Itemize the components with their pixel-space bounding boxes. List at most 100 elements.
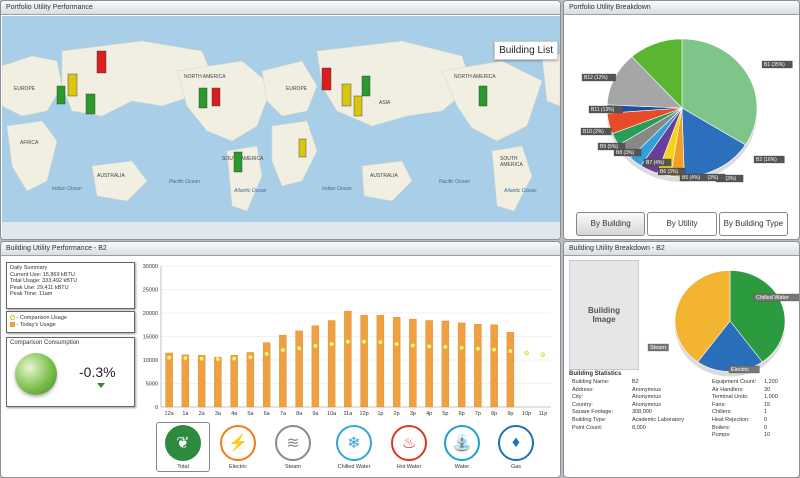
tab-by-building[interactable]: By Building (576, 212, 646, 236)
world-map[interactable]: EUROPE AFRICA AUSTRALIA NORTH AMERICA SO… (1, 16, 560, 222)
pie-label: B1 (35%) (761, 60, 793, 69)
usage-bar[interactable] (165, 352, 173, 408)
usage-bar[interactable] (376, 315, 385, 408)
usage-bar[interactable] (490, 324, 498, 408)
hourly-usage-chart[interactable]: 0 5000 10000 15000 20000 25000 30000 12a 1a 2a 3a 4… (137, 260, 557, 428)
usage-bar[interactable] (409, 318, 417, 408)
usage-bar[interactable] (457, 322, 466, 408)
stat-label: Chillers: (712, 409, 732, 416)
tab-by-utility[interactable]: By Utility (647, 212, 717, 236)
stats-title: Building Statistics (569, 371, 622, 377)
usage-bar[interactable] (327, 320, 336, 408)
comparison-point[interactable] (215, 356, 221, 362)
usage-bar[interactable] (344, 310, 352, 408)
x-tick-label: 12a (165, 411, 175, 417)
x-tick-label: 3a (215, 411, 222, 417)
comparison-point[interactable] (540, 352, 546, 358)
comparison-point[interactable] (231, 356, 237, 361)
usage-bar[interactable] (425, 320, 433, 408)
utility-button-chilled-water[interactable]: ❄ Chilled Water (327, 425, 381, 470)
comparison-point[interactable] (280, 347, 286, 353)
x-tick-label: 7a (280, 411, 287, 417)
usage-bar[interactable] (181, 354, 190, 408)
svg-text:B1 (35%): B1 (35%) (764, 62, 785, 68)
comparison-point[interactable] (345, 339, 351, 345)
stat-label: Air Handlers: (712, 386, 744, 393)
usage-bar[interactable] (279, 334, 287, 408)
stat-label: Building Type: (572, 417, 607, 423)
tab-by-building-type[interactable]: By Building Type (718, 212, 788, 236)
stat-label: Heat Rejection: (712, 417, 750, 423)
pie-label: B7 (4%) (643, 158, 672, 167)
utility-button-water[interactable]: ⛲ Water (435, 425, 489, 470)
comparison-point[interactable] (378, 339, 383, 345)
total-icon: ❦ (165, 425, 201, 461)
x-tick-label: 2p (394, 411, 400, 417)
pie-label: B2 (16%) (753, 155, 785, 164)
comparison-point[interactable] (166, 355, 172, 361)
comparison-point[interactable] (475, 346, 481, 352)
utility-button-total[interactable]: ❦ Total (156, 422, 210, 472)
usage-bar[interactable] (214, 356, 222, 408)
building-pie-chart[interactable]: Chilled Water Electric Steam (644, 259, 799, 384)
pie-label: B9 (5%) (597, 142, 626, 151)
comparison-point[interactable] (329, 341, 334, 347)
chart-legend: - Comparison Usage - Today's Usage (6, 311, 135, 333)
building-list-button[interactable]: Building List (494, 41, 558, 60)
usage-bar[interactable] (392, 317, 401, 408)
building-marker (233, 151, 243, 173)
comparison-point[interactable] (394, 341, 399, 347)
comparison-point[interactable] (443, 344, 448, 350)
usage-bar[interactable] (246, 352, 255, 408)
portfolio-pie-chart[interactable]: B1 (35%)B2 (16%)B3 (3%)B4 (3%)B5 (4%)B6 … (564, 16, 799, 211)
y-tick-label: 30000 (143, 264, 158, 270)
utility-button-steam[interactable]: ≋ Steam (266, 425, 320, 470)
comparison-point[interactable] (248, 354, 253, 360)
comparison-point[interactable] (264, 351, 269, 357)
building-image-label: Image (592, 315, 616, 324)
comparison-point[interactable] (459, 345, 464, 351)
utility-button-gas[interactable]: ♦ Gas (489, 425, 543, 470)
usage-bar[interactable] (311, 325, 320, 408)
svg-text:Chilled Water: Chilled Water (756, 295, 789, 301)
usage-bar[interactable] (295, 330, 303, 408)
comparison-point[interactable] (361, 339, 367, 345)
usage-bar[interactable] (230, 355, 238, 408)
building-marker (85, 93, 96, 115)
utility-button-hot-water[interactable]: ♨ Hot Water (382, 425, 436, 470)
y-tick-label: 5000 (146, 382, 158, 388)
comparison-point[interactable] (508, 348, 513, 354)
comparison-point[interactable] (491, 347, 497, 353)
stat-label: Address: (572, 386, 594, 393)
comparison-point[interactable] (426, 344, 432, 349)
stat-value: B2 (632, 379, 639, 385)
x-tick-label: 9p (507, 411, 513, 417)
utility-label: Electric (228, 464, 248, 470)
y-tick-label: 0 (155, 405, 158, 411)
usage-bar[interactable] (360, 315, 368, 408)
building-marker (298, 138, 307, 158)
daily-summary-row: Peak Time: 11am (10, 291, 53, 297)
usage-bar[interactable] (441, 320, 450, 408)
comparison-point[interactable] (183, 355, 188, 361)
portfolio-breakdown-panel: Portfolio Utility Breakdown B1 (35%) B2 (… (563, 0, 800, 240)
utility-button-electric[interactable]: ⚡ Electric (211, 425, 265, 470)
pie-label: B12 (12%) (581, 73, 616, 82)
comparison-point[interactable] (296, 345, 302, 351)
comparison-point[interactable] (199, 356, 204, 361)
y-tick-label: 15000 (143, 335, 158, 341)
stat-label: Boilers: (712, 424, 731, 431)
comparison-point[interactable] (313, 343, 318, 349)
svg-text:B8 (3%): B8 (3%) (616, 150, 634, 156)
usage-bar[interactable] (474, 324, 482, 408)
comparison-point[interactable] (524, 350, 529, 356)
usage-bar[interactable] (506, 332, 515, 408)
pie-label: Steam (647, 343, 669, 352)
usage-bar[interactable] (197, 355, 206, 408)
legend-item: - Today's Usage (10, 322, 131, 329)
stat-value: 1,000 (764, 394, 778, 401)
pie-label: Electric (728, 365, 760, 374)
y-tick-label: 20000 (143, 311, 158, 317)
stat-value: 15 (764, 401, 771, 408)
comparison-point[interactable] (410, 343, 416, 348)
